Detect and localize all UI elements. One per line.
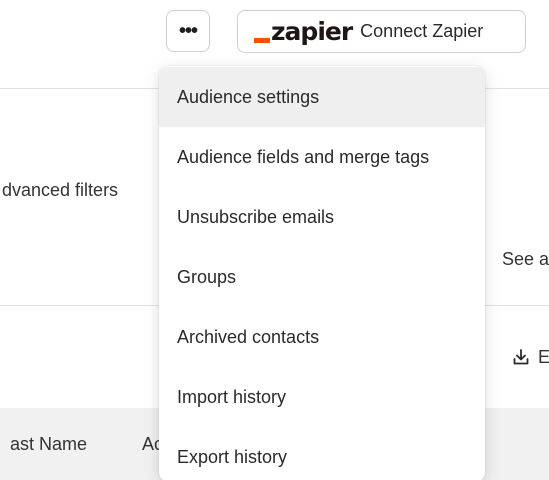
more-options-menu: Audience settings Audience fields and me… bbox=[159, 66, 485, 480]
menu-item-audience-fields-merge-tags[interactable]: Audience fields and merge tags bbox=[159, 127, 485, 187]
zapier-logo: zapier bbox=[254, 16, 353, 47]
menu-item-archived-contacts[interactable]: Archived contacts bbox=[159, 307, 485, 367]
menu-item-export-history[interactable]: Export history bbox=[159, 427, 485, 480]
zapier-logo-underscore bbox=[254, 37, 270, 43]
connect-zapier-button[interactable]: zapier Connect Zapier bbox=[237, 10, 526, 53]
advanced-filters-link[interactable]: dvanced filters bbox=[2, 180, 118, 201]
see-all-link[interactable]: See a bbox=[502, 249, 549, 270]
export-button-label[interactable]: E bbox=[538, 347, 549, 368]
menu-item-audience-settings[interactable]: Audience settings bbox=[159, 67, 485, 127]
page: dvanced filters See a E ast Name Ac ••• … bbox=[0, 0, 549, 480]
more-options-button[interactable]: ••• bbox=[166, 10, 210, 52]
menu-item-groups[interactable]: Groups bbox=[159, 247, 485, 307]
download-icon[interactable] bbox=[512, 348, 530, 366]
menu-item-unsubscribe-emails[interactable]: Unsubscribe emails bbox=[159, 187, 485, 247]
connect-zapier-label: Connect Zapier bbox=[360, 21, 484, 41]
zapier-logo-text: zapier bbox=[271, 16, 353, 46]
menu-item-import-history[interactable]: Import history bbox=[159, 367, 485, 427]
column-header-last-name[interactable]: ast Name bbox=[10, 434, 87, 455]
more-horizontal-icon: ••• bbox=[178, 19, 198, 42]
